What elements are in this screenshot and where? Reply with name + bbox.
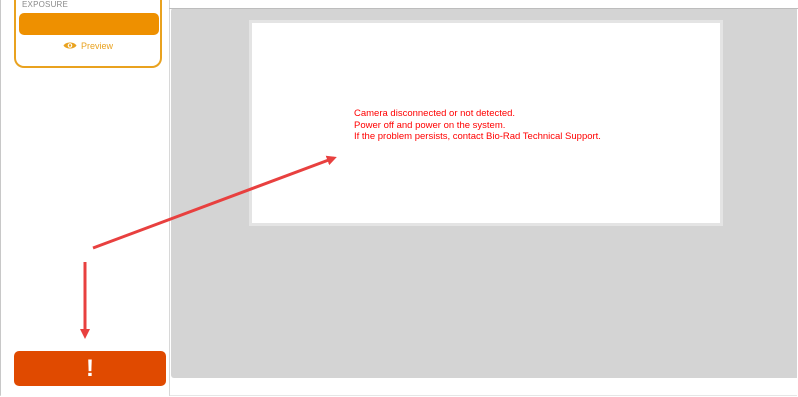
preview-button[interactable]: Preview [16, 41, 160, 52]
alert-button[interactable]: ! [14, 351, 166, 386]
exposure-label: EXPOSURE [22, 0, 69, 9]
viewer-top-border [169, 8, 798, 9]
exclamation-icon: ! [86, 354, 94, 382]
eye-icon [63, 41, 77, 52]
exposure-slider[interactable] [19, 13, 159, 35]
error-line-3: If the problem persists, contact Bio-Rad… [354, 131, 601, 142]
exposure-card: EXPOSURE Preview [14, 0, 162, 68]
preview-panel: Camera disconnected or not detected. Pow… [249, 20, 723, 226]
error-message: Camera disconnected or not detected. Pow… [354, 108, 601, 143]
error-line-2: Power off and power on the system. [354, 119, 506, 131]
error-line-1: Camera disconnected or not detected. [354, 108, 516, 119]
sidebar: EXPOSURE Preview ! [1, 0, 170, 396]
preview-label: Preview [80, 41, 113, 51]
